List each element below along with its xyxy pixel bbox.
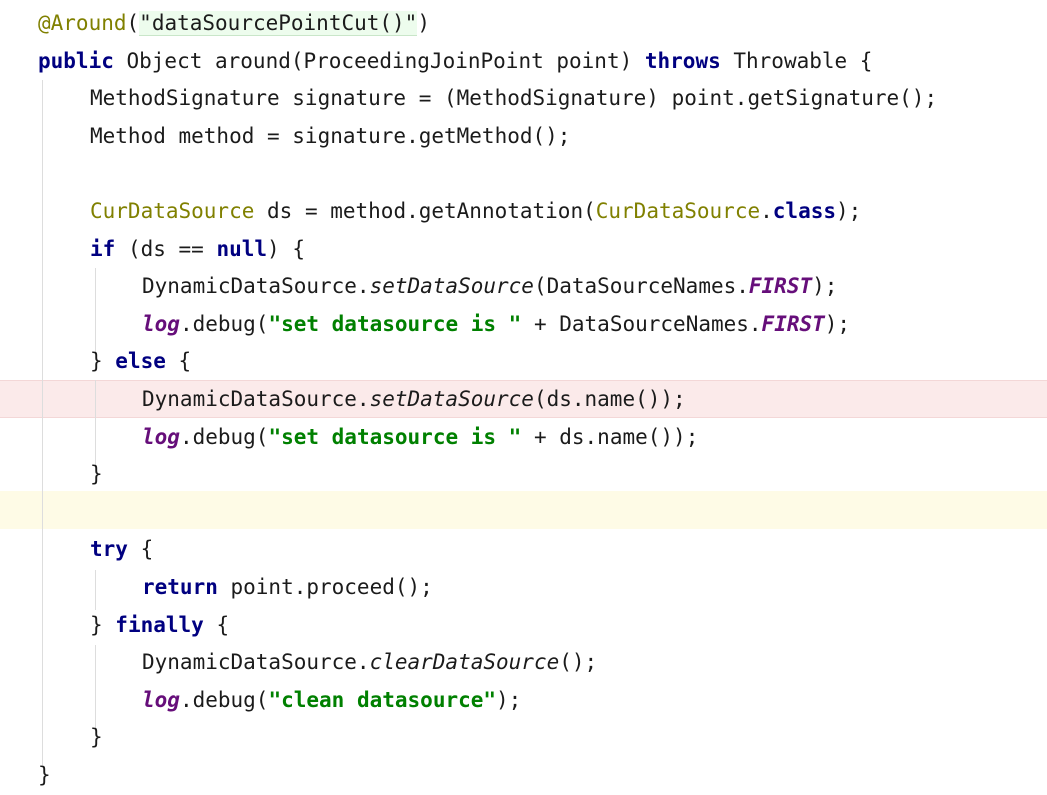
indent-guide-else bbox=[95, 380, 96, 466]
code-token: FIRST bbox=[761, 311, 825, 336]
code-token: "set datasource is " bbox=[268, 311, 522, 336]
code-token: null bbox=[216, 236, 268, 261]
code-token: DynamicDataSource. bbox=[142, 650, 370, 675]
indent-guide-try bbox=[95, 570, 96, 610]
code-line[interactable]: if (ds == null) { bbox=[90, 230, 305, 268]
code-token: log bbox=[142, 311, 180, 336]
code-token: if bbox=[90, 236, 116, 261]
code-token: "set datasource is " bbox=[268, 424, 522, 449]
code-token: point.proceed(); bbox=[217, 575, 433, 599]
code-token: log bbox=[142, 424, 180, 449]
code-token: (ds.name()); bbox=[533, 387, 686, 411]
code-line[interactable]: try { bbox=[90, 530, 153, 568]
code-editor[interactable]: @Around("dataSourcePointCut()") public Ob… bbox=[0, 0, 1047, 795]
code-token: Object around(ProceedingJoinPoint point) bbox=[113, 48, 645, 73]
code-token: (DataSourceNames. bbox=[533, 274, 749, 299]
code-token: throws bbox=[644, 48, 721, 73]
code-line[interactable]: DynamicDataSource.setDataSource(DataSour… bbox=[142, 267, 837, 305]
code-token: ) { bbox=[267, 236, 305, 261]
code-token: .debug( bbox=[179, 687, 269, 712]
code-line[interactable]: public Object around(ProceedingJoinPoint… bbox=[38, 42, 872, 80]
code-token: ); bbox=[496, 687, 522, 712]
code-token: } bbox=[90, 725, 103, 750]
code-token: MethodSignature signature = (MethodSigna… bbox=[90, 86, 938, 111]
code-line[interactable]: DynamicDataSource.setDataSource(ds.name(… bbox=[142, 380, 686, 418]
code-line[interactable]: Method method = signature.getMethod(); bbox=[90, 117, 570, 155]
code-token: class bbox=[772, 199, 836, 223]
code-token: setDataSource bbox=[369, 387, 534, 411]
code-token: ); bbox=[812, 274, 838, 299]
code-token: (); bbox=[559, 650, 598, 675]
code-token: CurDataSource bbox=[595, 199, 761, 223]
indent-guide-if bbox=[95, 268, 96, 354]
code-token: return bbox=[142, 575, 218, 599]
code-token: ) bbox=[417, 11, 430, 35]
code-line[interactable]: } bbox=[90, 718, 103, 756]
code-token: } bbox=[38, 763, 51, 787]
code-line[interactable]: CurDataSource ds = method.getAnnotation(… bbox=[90, 192, 861, 230]
code-token: @Around bbox=[38, 11, 127, 35]
code-token: Throwable { bbox=[720, 48, 873, 73]
indent-guide-method bbox=[42, 80, 43, 766]
code-token: else bbox=[115, 349, 166, 374]
code-token: CurDataSource bbox=[90, 199, 255, 223]
code-token: . bbox=[760, 199, 773, 223]
code-token: + ds.name()); bbox=[521, 424, 699, 449]
code-token: ); bbox=[836, 199, 862, 223]
code-token: .debug( bbox=[179, 311, 269, 336]
caret-line-highlight bbox=[0, 491, 1047, 529]
code-token: ds = method.getAnnotation( bbox=[254, 199, 596, 223]
code-line[interactable]: log.debug("clean datasource"); bbox=[142, 681, 521, 719]
code-token: } bbox=[90, 349, 116, 374]
code-token: DynamicDataSource. bbox=[142, 387, 370, 411]
code-token: (ds == bbox=[115, 236, 217, 261]
code-line[interactable]: } bbox=[38, 756, 51, 794]
code-token: .debug( bbox=[179, 424, 269, 449]
code-token: log bbox=[142, 687, 180, 712]
code-token: ); bbox=[824, 311, 851, 336]
code-token: } bbox=[90, 462, 103, 487]
code-token: FIRST bbox=[748, 274, 813, 299]
code-token: DynamicDataSource. bbox=[142, 274, 370, 299]
code-token: ( bbox=[126, 11, 140, 35]
code-token: "dataSourcePointCut()" bbox=[139, 11, 418, 36]
code-token: clearDataSource bbox=[369, 650, 560, 675]
code-line[interactable]: } else { bbox=[90, 342, 191, 380]
code-token: Method method = signature.getMethod(); bbox=[90, 123, 571, 148]
code-token: public bbox=[38, 48, 114, 73]
code-line[interactable]: } bbox=[90, 455, 103, 493]
code-token: + DataSourceNames. bbox=[521, 311, 762, 336]
code-line[interactable]: @Around("dataSourcePointCut()") bbox=[38, 4, 430, 42]
code-line[interactable]: log.debug("set datasource is " + ds.name… bbox=[142, 418, 698, 456]
code-line[interactable]: log.debug("set datasource is " + DataSou… bbox=[142, 305, 850, 343]
code-line[interactable]: DynamicDataSource.clearDataSource(); bbox=[142, 643, 597, 681]
code-token: { bbox=[165, 349, 192, 374]
code-token: try bbox=[90, 537, 128, 562]
code-line[interactable]: MethodSignature signature = (MethodSigna… bbox=[90, 79, 937, 117]
code-token: setDataSource bbox=[369, 274, 534, 299]
code-token: { bbox=[127, 537, 154, 562]
code-token: "clean datasource" bbox=[268, 687, 497, 712]
code-token: { bbox=[203, 612, 230, 637]
code-token: finally bbox=[115, 612, 204, 637]
code-line[interactable]: } finally { bbox=[90, 606, 229, 644]
code-token: } bbox=[90, 612, 116, 637]
code-line[interactable]: return point.proceed(); bbox=[142, 568, 433, 606]
